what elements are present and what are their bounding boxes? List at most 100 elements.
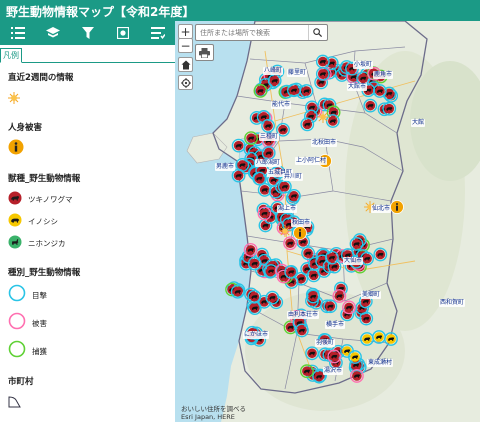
- bear-marker[interactable]: [363, 98, 378, 113]
- legend-item-boar: イノシシ: [8, 212, 167, 231]
- search-input[interactable]: [196, 25, 308, 40]
- bear-marker[interactable]: [247, 301, 262, 315]
- map-view[interactable]: + − 八峰町藤里町大館市 小坂町鹿角市能代市三種町上小阿仁村 北秋田市男鹿市 八郎潟…: [175, 21, 480, 422]
- bear-marker[interactable]: [244, 131, 258, 146]
- city-label: 能代市: [271, 101, 292, 109]
- bear-marker[interactable]: [300, 364, 314, 379]
- city-label: 秋田市: [291, 219, 312, 227]
- bear-marker[interactable]: [231, 138, 246, 153]
- bear-marker[interactable]: [301, 246, 315, 261]
- city-label: 潟上市: [277, 205, 298, 213]
- home-icon: [181, 60, 190, 69]
- bear-marker[interactable]: [315, 66, 330, 81]
- legend-item-capture: 捕獲: [8, 340, 167, 362]
- bear-marker[interactable]: [253, 83, 268, 98]
- deer-icon: [8, 234, 22, 253]
- checklist-icon[interactable]: [148, 23, 168, 43]
- legend-label-deer: ニホンジカ: [28, 239, 66, 248]
- bear-marker[interactable]: [323, 299, 338, 314]
- bear-marker[interactable]: [247, 256, 262, 271]
- bear-marker[interactable]: [265, 290, 280, 305]
- legend-item-recent: [8, 89, 167, 108]
- bear-marker[interactable]: [283, 236, 297, 251]
- bear-marker[interactable]: [372, 84, 387, 98]
- search-button[interactable]: [308, 25, 326, 40]
- municipality-polygon-icon: [8, 393, 22, 412]
- bear-marker[interactable]: [261, 146, 276, 160]
- boar-marker[interactable]: [384, 332, 398, 346]
- city-label: 湯沢市: [323, 367, 344, 375]
- boar-marker[interactable]: [372, 330, 386, 344]
- tab-legend[interactable]: 凡例: [0, 48, 22, 63]
- zoom-out-button[interactable]: −: [178, 38, 193, 53]
- bear-marker[interactable]: [373, 247, 388, 262]
- injury-marker[interactable]: [390, 200, 404, 214]
- bear-marker[interactable]: [284, 264, 299, 279]
- injury-marker[interactable]: [293, 226, 307, 240]
- recent-marker[interactable]: [279, 225, 291, 237]
- city-label: 東成瀬村: [367, 359, 394, 367]
- bear-marker[interactable]: [300, 117, 315, 132]
- ring-pink-icon: [8, 312, 26, 334]
- zoom-in-button[interactable]: +: [178, 24, 193, 39]
- legend-item-deer: ニホンジカ: [8, 234, 167, 253]
- city-label: にかほ市: [243, 331, 270, 339]
- bear-marker[interactable]: [382, 101, 397, 116]
- legend-heading-injury: 人身被害: [8, 123, 43, 133]
- info-orange-icon: [8, 139, 24, 159]
- legend-item-damage: 被害: [8, 312, 167, 334]
- legend-heading-recent: 直近2週間の情報: [8, 73, 74, 83]
- bear-marker[interactable]: [332, 289, 347, 303]
- home-button[interactable]: [178, 57, 193, 72]
- bear-marker[interactable]: [342, 300, 356, 315]
- legend-label-damage: 被害: [32, 318, 47, 328]
- bear-marker[interactable]: [287, 188, 301, 203]
- bear-marker[interactable]: [294, 323, 309, 338]
- legend-panel: 直近2週間の情報 人身被害 獣種_野生動物情報 ツキノワグマ イノシシ ニホンジ…: [0, 63, 175, 422]
- bear-marker[interactable]: [230, 284, 245, 299]
- city-label: 男鹿市: [215, 163, 236, 171]
- bear-marker[interactable]: [252, 171, 267, 186]
- bear-marker[interactable]: [305, 346, 319, 361]
- city-label: 大館: [411, 119, 426, 127]
- legend-heading-type: 種別_野生動物情報: [8, 268, 81, 278]
- print-icon: [199, 47, 210, 58]
- bear-marker[interactable]: [247, 289, 262, 304]
- print-button[interactable]: [195, 44, 214, 61]
- locate-button[interactable]: [178, 75, 193, 90]
- city-label: 仙北市: [371, 205, 392, 213]
- bear-marker[interactable]: [350, 369, 364, 383]
- filter-icon[interactable]: [78, 23, 98, 43]
- recent-marker[interactable]: [317, 111, 329, 123]
- bear-marker[interactable]: [257, 206, 272, 221]
- locate-icon: [180, 77, 191, 88]
- list-icon[interactable]: [8, 23, 28, 43]
- legend-heading-municipality: 市町村: [8, 377, 34, 387]
- legend-label-capture: 捕獲: [32, 346, 47, 356]
- bear-marker[interactable]: [315, 54, 330, 69]
- layers-icon[interactable]: [43, 23, 63, 43]
- legend-item-bear: ツキノワグマ: [8, 190, 167, 209]
- city-label: 美郷町: [361, 291, 382, 299]
- bear-marker[interactable]: [287, 83, 301, 98]
- boar-marker[interactable]: [360, 332, 374, 346]
- bear-marker[interactable]: [327, 259, 342, 274]
- city-label: 横手市: [325, 321, 346, 329]
- city-label: 鹿角市: [373, 71, 394, 79]
- city-label: 由利本荘市: [287, 311, 320, 319]
- bear-marker[interactable]: [325, 250, 339, 265]
- bear-marker[interactable]: [306, 289, 321, 304]
- bear-marker[interactable]: [327, 349, 342, 364]
- legend-label-bear: ツキノワグマ: [28, 195, 73, 204]
- bear-marker[interactable]: [261, 118, 275, 133]
- boar-marker[interactable]: [348, 350, 362, 364]
- bear-marker[interactable]: [267, 73, 282, 88]
- title-bar: 野生動物情報マップ【令和2年度】: [0, 0, 480, 21]
- image-icon[interactable]: [113, 23, 133, 43]
- bear-marker[interactable]: [231, 168, 246, 183]
- bear-marker[interactable]: [299, 84, 314, 98]
- bear-marker[interactable]: [349, 236, 364, 251]
- attribution-line-2: Esri Japan, HERE: [181, 413, 235, 421]
- bear-marker[interactable]: [243, 242, 258, 257]
- city-label: 八峰町: [263, 67, 284, 75]
